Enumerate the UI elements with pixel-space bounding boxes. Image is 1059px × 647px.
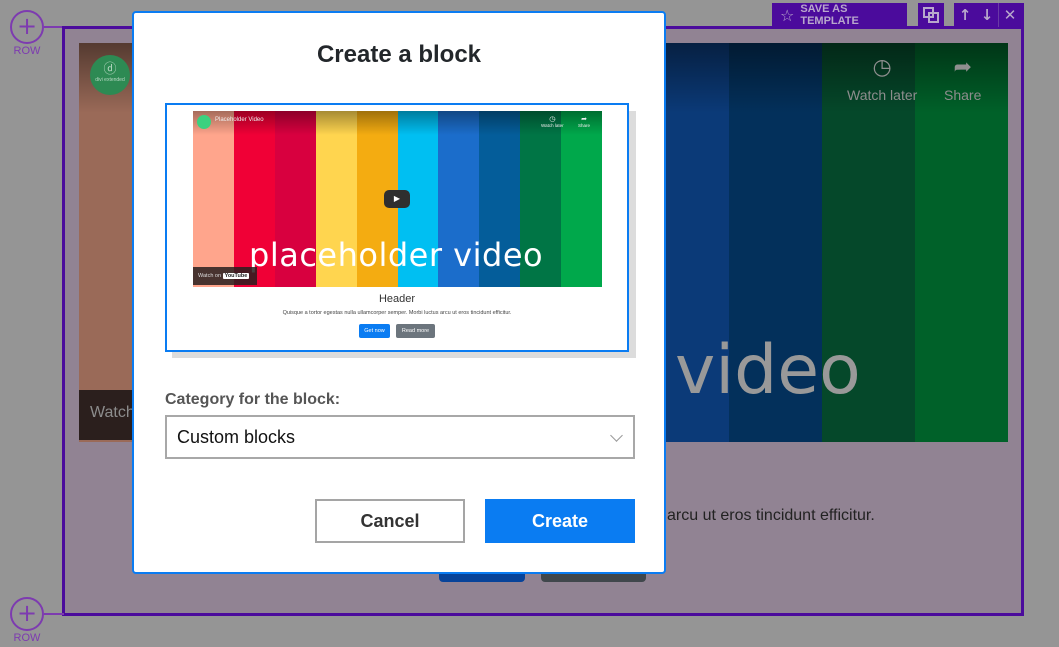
duplicate-icon xyxy=(923,7,939,23)
modal-title: Create a block xyxy=(316,41,482,68)
watch-later-button[interactable]: ◷ Watch later xyxy=(847,55,917,103)
preview-secondary-button: Read more xyxy=(396,324,435,338)
share-label: Share xyxy=(944,87,982,103)
clock-icon: ◷ xyxy=(872,55,892,80)
play-icon: ▶ xyxy=(384,190,410,208)
preview-watch-later: ◷ Watch later xyxy=(541,115,564,128)
row-actions-toolbar: ↑ ↓ ✕ xyxy=(954,3,1024,27)
category-select[interactable]: Custom blocks xyxy=(165,415,635,459)
preview-overlay-text: placeholder video xyxy=(249,236,544,274)
plus-icon: + xyxy=(10,10,44,44)
preview-video: Placeholder Video ◷ Watch later ➦ Share … xyxy=(193,111,602,287)
preview-channel-logo xyxy=(197,115,211,129)
star-icon: ☆ xyxy=(780,5,795,25)
share-button[interactable]: ➦ Share xyxy=(944,55,981,103)
plus-icon: + xyxy=(10,597,44,631)
category-label: Category for the block: xyxy=(165,391,341,408)
share-icon: ➦ xyxy=(953,55,972,80)
preview-stripe xyxy=(193,111,234,287)
chevron-down-icon xyxy=(610,429,623,442)
cancel-button[interactable]: Cancel xyxy=(315,499,465,543)
preview-watch-on-label: Watch on xyxy=(198,273,222,279)
save-as-template-button[interactable]: ☆ SAVE AS TEMPLATE xyxy=(772,3,907,27)
save-as-template-label: SAVE AS TEMPLATE xyxy=(800,3,859,27)
preview-primary-button: Get now xyxy=(359,324,390,338)
channel-logo-text: divi extended xyxy=(95,77,125,83)
preview-watch-on: Watch on YouTube xyxy=(193,267,257,285)
block-preview: Placeholder Video ◷ Watch later ➦ Share … xyxy=(165,103,629,352)
preview-stripe xyxy=(561,111,602,287)
add-row-label: ROW xyxy=(13,632,41,644)
row-connector-line xyxy=(44,613,64,615)
duplicate-button[interactable] xyxy=(918,3,944,27)
preview-paragraph: Quisque a tortor egestas nulla ullamcorp… xyxy=(282,310,512,316)
category-value: Custom blocks xyxy=(177,427,296,447)
clock-icon: ◷ xyxy=(549,115,556,123)
share-icon: ➦ xyxy=(581,115,587,123)
add-row-bottom-button[interactable]: + ROW xyxy=(10,597,44,644)
preview-share-label: Share xyxy=(578,123,591,128)
add-row-label: ROW xyxy=(13,45,41,57)
video-overlay-text: video xyxy=(675,331,861,410)
add-row-top-button[interactable]: + ROW xyxy=(10,10,44,57)
move-down-button[interactable]: ↓ xyxy=(976,6,998,24)
row-connector-line xyxy=(44,26,64,28)
preview-buttons: Get now Read more xyxy=(167,324,627,338)
preview-watch-later-label: Watch later xyxy=(541,123,564,128)
create-button[interactable]: Create xyxy=(485,499,635,543)
watch-later-label: Watch later xyxy=(847,87,918,103)
divi-logo-icon: ⓓ xyxy=(103,62,117,77)
close-button[interactable]: ✕ xyxy=(999,6,1021,24)
preview-channel-name: Placeholder Video xyxy=(215,117,264,123)
preview-header: Header xyxy=(378,293,416,305)
youtube-logo: YouTube xyxy=(222,273,250,279)
preview-share: ➦ Share xyxy=(578,115,590,128)
move-up-button[interactable]: ↑ xyxy=(954,6,976,24)
create-block-modal: Create a block Placeholder Video ◷ Watch… xyxy=(132,11,666,574)
background-paragraph: arcu ut eros tincidunt efficitur. xyxy=(667,507,875,524)
channel-logo[interactable]: ⓓ divi extended xyxy=(90,55,130,95)
